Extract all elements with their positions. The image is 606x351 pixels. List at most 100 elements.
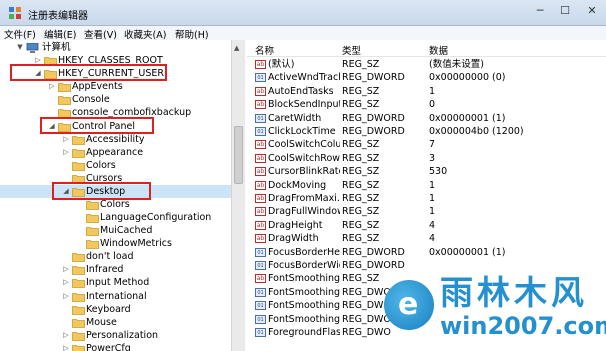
tree-item-label: Console — [72, 94, 110, 105]
computer-icon — [26, 43, 39, 53]
column-header-name[interactable]: 名称 — [255, 43, 274, 57]
value-data: 530 — [429, 166, 448, 178]
string-value-icon: ab — [255, 234, 266, 244]
tree-item-computer[interactable]: ▼ 计算机 — [0, 41, 231, 54]
folder-icon — [58, 83, 71, 92]
scrollbar-thumb[interactable] — [234, 126, 243, 184]
menu-file[interactable]: 文件(F) — [4, 27, 36, 41]
string-value-icon: ab — [255, 60, 266, 69]
value-type: REG_SZ — [342, 233, 380, 245]
value-type: REG_SZ — [342, 59, 380, 70]
value-row[interactable]: ab DragFromMaxi... REG_SZ 1 — [247, 192, 606, 205]
value-row[interactable]: ab DragHeight REG_SZ 4 — [247, 219, 606, 232]
watermark-brand: 雨林木风 — [440, 273, 588, 312]
expand-arrow-icon[interactable]: ▷ — [62, 133, 70, 146]
string-value-icon: ab — [255, 194, 266, 203]
expand-arrow-icon[interactable]: ▷ — [62, 276, 70, 289]
tree-item-label: Mouse — [86, 317, 117, 328]
value-row[interactable]: 01FocusBorderHei...REG_DWORD 0x00000001 (… — [247, 246, 606, 259]
tree-item-keyboard[interactable]: Keyboard — [0, 303, 231, 316]
minimize-button[interactable]: ─ — [528, 3, 552, 19]
string-value-icon: ab — [255, 140, 266, 150]
value-type: REG_DWORD — [342, 72, 405, 84]
tree-item-dont-load[interactable]: don't load — [0, 250, 231, 263]
value-row[interactable]: 01 ClickLockTime REG_DWORD 0x000004b0 (1200… — [247, 125, 606, 138]
tree-item-mouse[interactable]: Mouse — [0, 316, 231, 329]
window-title: 注册表编辑器 — [28, 11, 88, 22]
folder-icon — [86, 201, 99, 210]
expand-arrow-icon[interactable]: ▷ — [62, 290, 70, 303]
collapse-arrow-icon[interactable]: ▼ — [16, 41, 24, 54]
tree-scrollbar[interactable]: ▲ — [232, 40, 245, 351]
column-header-type[interactable]: 类型 — [342, 43, 361, 57]
string-value-icon: ab — [255, 180, 266, 190]
expand-arrow-icon[interactable]: ▷ — [62, 342, 70, 351]
value-name: FocusBorderHei... — [268, 246, 340, 258]
scroll-up-arrow-icon[interactable]: ▲ — [234, 44, 239, 52]
string-value-icon: ab — [255, 153, 266, 163]
tree-item-input-method[interactable]: ▷ Input Method — [0, 276, 231, 289]
tree-item-appevents[interactable]: ▷ AppEvents — [0, 80, 231, 93]
value-row[interactable]: ab CoolSwitchRows REG_SZ 3 — [247, 152, 606, 165]
menu-bar: 文件(F) 编辑(E) 查看(V) 收藏夹(A) 帮助(H) — [0, 26, 606, 41]
menu-edit[interactable]: 编辑(E) — [44, 27, 76, 41]
value-data: 0x00000000 (0) — [429, 72, 506, 84]
folder-icon — [72, 149, 85, 158]
tree-item-colors[interactable]: Colors — [0, 159, 231, 172]
maximize-button[interactable]: ☐ — [553, 3, 577, 19]
value-data: 0 — [429, 99, 436, 111]
watermark-url: win2007.com — [440, 312, 606, 340]
tree-item-windowmetrics[interactable]: WindowMetrics — [0, 237, 231, 250]
value-row[interactable]: ab AutoEndTasks REG_SZ 1 — [247, 85, 606, 98]
folder-icon — [72, 345, 85, 351]
value-row[interactable]: 01 CaretWidth REG_DWORD 0x00000001 (1) — [247, 112, 606, 125]
folder-icon — [72, 306, 85, 315]
value-row[interactable]: abCoolSwitchColu...REG_SZ 7 — [247, 138, 606, 151]
tree-item-accessibility[interactable]: ▷ Accessibility — [0, 133, 231, 146]
value-row[interactable]: ab CursorBlinkRate REG_SZ 530 — [247, 165, 606, 178]
expand-arrow-icon[interactable]: ▷ — [62, 329, 70, 342]
tree-item-powercfg[interactable]: ▷ PowerCfg — [0, 342, 231, 351]
value-row[interactable]: 01ActiveWndTrack...REG_DWORD 0x00000000 (… — [247, 71, 606, 84]
value-name: CursorBlinkRate — [268, 166, 340, 178]
menu-view[interactable]: 查看(V) — [84, 27, 117, 41]
column-header-data[interactable]: 数据 — [429, 43, 448, 57]
folder-icon — [72, 162, 85, 171]
tree-item-international[interactable]: ▷ International — [0, 290, 231, 303]
tree-item-console[interactable]: Console — [0, 93, 231, 106]
expand-arrow-icon[interactable]: ▷ — [62, 263, 70, 276]
value-name: CaretWidth — [268, 112, 322, 124]
close-button[interactable]: ✕ — [580, 3, 604, 19]
value-row[interactable]: ab DockMoving REG_SZ 1 — [247, 179, 606, 192]
tree-item-languageconfiguration[interactable]: LanguageConfiguration — [0, 211, 231, 224]
binary-value-icon: 01 — [255, 287, 266, 297]
expand-arrow-icon[interactable]: ▷ — [48, 80, 56, 93]
binary-value-icon: 01 — [255, 328, 266, 337]
folder-icon — [86, 240, 99, 249]
list-header: 名称 类型 数据 — [247, 40, 606, 57]
binary-value-icon: 01 — [255, 314, 266, 324]
folder-icon — [58, 96, 71, 105]
value-type: REG_SZ — [342, 152, 380, 164]
tree-item-muicached[interactable]: MuiCached — [0, 224, 231, 237]
value-name: AutoEndTasks — [268, 85, 334, 97]
value-type: REG_DWORD — [342, 126, 405, 137]
value-name: ActiveWndTrack... — [268, 72, 340, 84]
value-type: REG_SZ — [342, 166, 380, 178]
value-row[interactable]: abDragFullWindowsREG_SZ 1 — [247, 205, 606, 218]
tree-item-label: MuiCached — [100, 225, 153, 236]
tree-item-infrared[interactable]: ▷ Infrared — [0, 263, 231, 276]
value-row[interactable]: abBlockSendInput...REG_SZ 0 — [247, 98, 606, 111]
string-value-icon: ab — [255, 274, 266, 284]
value-row[interactable]: 01FocusBorderWid...REG_DWORD — [247, 259, 606, 272]
value-row[interactable]: ab (默认) REG_SZ (数值未设置) — [247, 58, 606, 71]
tree-item-label: Input Method — [86, 277, 150, 288]
menu-favorites[interactable]: 收藏夹(A) — [124, 27, 166, 41]
tree-item-personalization[interactable]: ▷ Personalization — [0, 329, 231, 342]
value-name: DragFromMaxi... — [268, 193, 340, 204]
value-name: CoolSwitchColu... — [268, 139, 340, 151]
expand-arrow-icon[interactable]: ▷ — [62, 146, 70, 159]
value-row[interactable]: ab DragWidth REG_SZ 4 — [247, 232, 606, 245]
menu-help[interactable]: 帮助(H) — [175, 27, 209, 41]
tree-item-appearance[interactable]: ▷ Appearance — [0, 146, 231, 159]
